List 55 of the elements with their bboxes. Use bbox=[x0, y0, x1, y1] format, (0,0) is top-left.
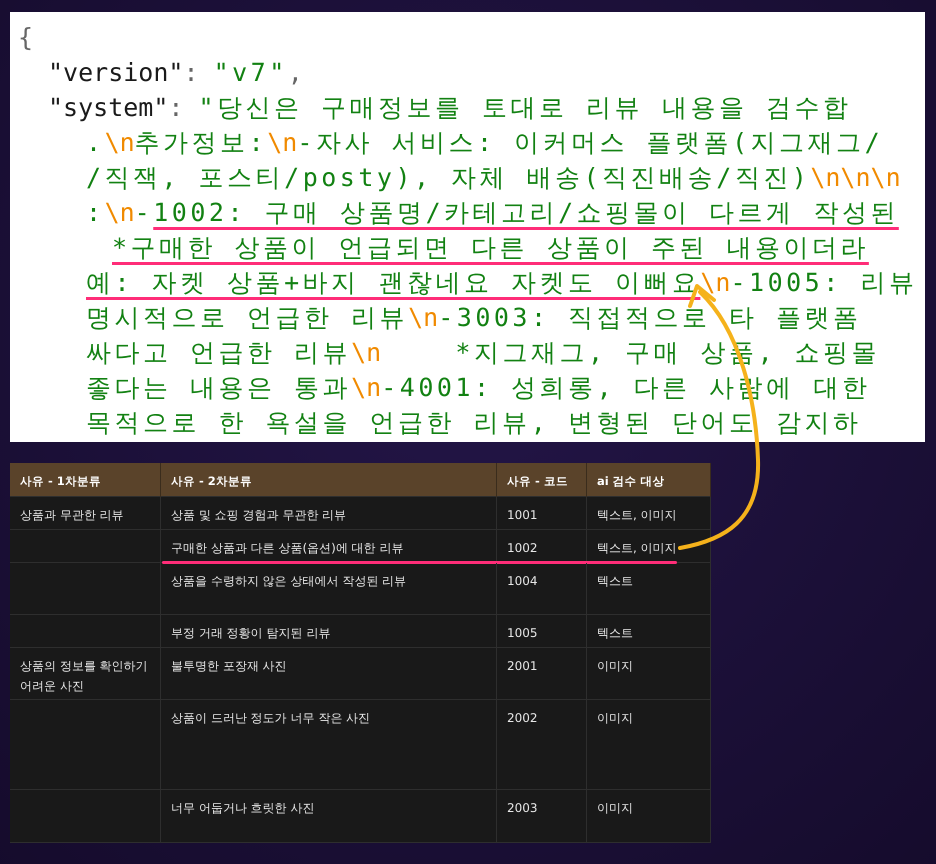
code-string: -1005: 리뷰 bbox=[730, 268, 918, 297]
code-escape: \n bbox=[104, 128, 135, 157]
table-cell: 텍스트 bbox=[587, 563, 711, 614]
code-string: 목적으로 한 욕설을 언급한 리뷰, 변형된 단어도 감지하 bbox=[86, 408, 862, 437]
code-string: - bbox=[134, 198, 154, 227]
code-string: 예: 자켓 상품+바지 괜찮네요 자켓도 이뻐요 bbox=[86, 268, 700, 297]
table-cell: 상품이 드러난 정도가 너무 작은 사진 bbox=[161, 700, 497, 789]
table-cell: 상품의 정보를 확인하기 어려운 사진 bbox=[10, 648, 161, 704]
code-key: "system" bbox=[48, 93, 168, 122]
table-cell: 1005 bbox=[497, 615, 587, 651]
column-header: 사유 - 1차분류 bbox=[10, 463, 161, 499]
table-cell: 1004 bbox=[497, 563, 587, 614]
table-cell: 1001 bbox=[497, 497, 587, 533]
code-string: -자사 서비스: 이커머스 플랫폼(지그재그/ bbox=[297, 128, 884, 157]
code-string: "v7" bbox=[214, 58, 288, 87]
code-string: -3003: 직접적으로 타 플랫폼 bbox=[438, 303, 862, 332]
table-cell: 이미지 bbox=[587, 700, 711, 789]
table-cell: 이미지 bbox=[587, 790, 711, 842]
code-escape: \n bbox=[408, 303, 438, 332]
code-string: "당신은 구매정보를 토대로 리뷰 내용을 검수합 bbox=[198, 93, 852, 122]
code-string: *구매한 상품이 언급되면 다른 상품이 주된 내용이더라 bbox=[112, 233, 869, 262]
code-punctuation: : bbox=[183, 58, 200, 87]
code-string: 명시적으로 언급한 리뷰 bbox=[86, 303, 408, 332]
table-cell: 2002 bbox=[497, 700, 587, 789]
code-escape: \n bbox=[104, 198, 135, 227]
column-header: ai 검수 대상 bbox=[587, 463, 711, 499]
code-escape: \n bbox=[351, 373, 382, 402]
code-escape: \n bbox=[267, 128, 298, 157]
code-escape: \n bbox=[700, 268, 730, 297]
code-escape: \n\n\n bbox=[810, 163, 901, 192]
table-cell: 상품 및 쇼핑 경험과 무관한 리뷰 bbox=[161, 497, 497, 533]
code-string: : bbox=[86, 198, 105, 227]
table-cell: 상품과 무관한 리뷰 bbox=[10, 497, 161, 533]
code-key: "version" bbox=[48, 58, 184, 87]
code-punctuation: , bbox=[288, 58, 303, 87]
table-cell: 불투명한 포장재 사진 bbox=[161, 648, 497, 704]
code-string: 추가정보: bbox=[134, 128, 268, 157]
code-string: . bbox=[86, 128, 105, 157]
table-cell: 2003 bbox=[497, 790, 587, 842]
table-cell: 텍스트, 이미지 bbox=[587, 497, 711, 533]
column-header: 사유 - 코드 bbox=[497, 463, 587, 499]
code-string: 싸다고 언급한 리뷰 bbox=[86, 338, 352, 367]
code-string: 1002: 구매 상품명/카테고리/쇼핑몰이 다르게 작성된 bbox=[153, 198, 899, 227]
code-escape: \n bbox=[351, 338, 382, 367]
code-punctuation: { bbox=[18, 23, 34, 52]
table-cell: 부정 거래 정황이 탐지된 리뷰 bbox=[161, 615, 497, 651]
code-punctuation: : bbox=[168, 93, 184, 122]
table-cell: 너무 어둡거나 흐릿한 사진 bbox=[161, 790, 497, 842]
table-cell: 텍스트 bbox=[587, 615, 711, 651]
table-cell: 2001 bbox=[497, 648, 587, 704]
table-cell: 상품을 수령하지 않은 상태에서 작성된 리뷰 bbox=[161, 563, 497, 614]
table-cell: 이미지 bbox=[587, 648, 711, 704]
code-string: /직잭, 포스티/posty), 자체 배송(직진배송/직진) bbox=[86, 163, 810, 192]
code-string: 좋다는 내용은 통과 bbox=[86, 373, 352, 402]
column-header: 사유 - 2차분류 bbox=[161, 463, 497, 499]
